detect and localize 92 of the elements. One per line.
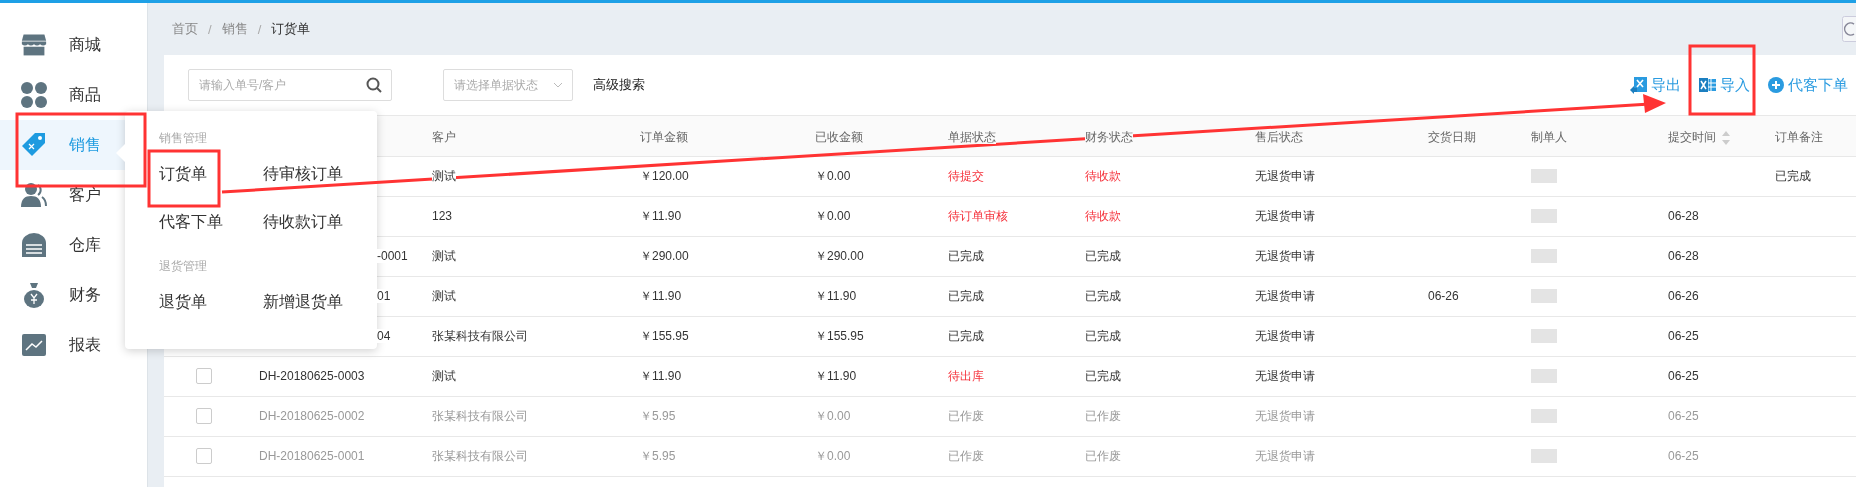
table-cell: 06-25 [1668,409,1699,423]
status-text: 已作废 [1085,448,1121,463]
column-header: 制单人 [1531,130,1567,145]
table-cell: ￥155.95 [640,328,689,343]
table-cell: 无退货申请 [1255,288,1315,303]
table-cell: 无退货申请 [1255,248,1315,263]
menu-item[interactable]: 订货单 [159,163,207,185]
menu-group-title: 销售管理 [159,130,208,147]
table-cell: 123 [432,209,453,223]
status-text: 待提交 [948,168,984,183]
table-cell: DH-20180625-0002 [259,409,365,423]
menu-item[interactable]: 代客下单 [159,211,223,233]
status-text: 待收款 [1085,168,1121,183]
status-text: 已完成 [948,288,984,303]
table-cell: ￥5.95 [640,448,676,463]
table-cell: ￥0.00 [815,208,851,223]
table-cell: ￥120.00 [640,168,689,183]
menu-item[interactable]: 待收款订单 [263,211,343,233]
sidebar-item[interactable]: 商城 [0,20,147,70]
status-text: 已完成 [1085,368,1121,383]
column-header: 提交时间 [1668,130,1716,145]
menu-item[interactable]: 待审核订单 [263,163,343,185]
table-cell: 测试 [432,168,456,183]
sidebar-item[interactable]: 仓库 [0,220,147,270]
column-header: 售后状态 [1255,130,1303,145]
table-cell: ￥290.00 [640,248,689,263]
sidebar-item[interactable]: 客户 [0,170,147,220]
table-cell: ￥11.90 [640,288,682,303]
table-cell: 01 [377,289,391,303]
table-cell: ￥11.90 [640,208,682,223]
table-cell: ￥0.00 [815,168,851,183]
table-cell: ￥11.90 [815,368,857,383]
table-cell: 无退货申请 [1255,368,1315,383]
table-cell: ￥0.00 [815,408,851,423]
column-header: 订单备注 [1775,130,1823,145]
sidebar-item[interactable]: 财务 [0,270,147,320]
advanced-search-link[interactable]: 高级搜索 [593,76,645,94]
menu-item[interactable]: 新增退货单 [263,291,343,313]
table-cell: -0001 [377,249,408,263]
table-cell: ￥155.95 [815,328,864,343]
table-cell: 测试 [432,248,456,263]
menu-group-title: 退货管理 [159,258,208,275]
table-cell: 06-25 [1668,329,1699,343]
table-cell: 06-28 [1668,209,1699,223]
status-text: 已完成 [1085,248,1121,263]
table-cell: 张某科技有限公司 [432,328,528,343]
table-cell: 无退货申请 [1255,448,1315,463]
sidebar-item[interactable]: 报表 [0,320,147,370]
status-text: 已完成 [1085,328,1121,343]
table-cell: ￥11.90 [640,368,682,383]
table-cell: 无退货申请 [1255,208,1315,223]
table-cell: 张某科技有限公司 [432,448,528,463]
status-text: 待出库 [948,368,984,383]
breadcrumb-separator: / [257,21,262,37]
status-text: 已完成 [948,248,984,263]
search-field[interactable]: 请输入单号/客户 [188,69,392,101]
table-cell: 无退货申请 [1255,408,1315,423]
table-cell: 测试 [432,368,456,383]
column-header: 交货日期 [1428,130,1476,145]
table-cell: ￥290.00 [815,248,864,263]
menu-item[interactable]: 退货单 [159,291,207,313]
status-dropdown[interactable]: 请选择单据状态 [443,69,573,101]
table-cell: 04 [377,329,391,343]
table-cell: ￥5.95 [640,408,676,423]
breadcrumb-separator: / [208,21,212,37]
table-cell: 06-28 [1668,249,1699,263]
table-cell: 06-25 [1668,449,1699,463]
table-cell: 已完成 [1775,168,1811,183]
column-header: 订单金额 [640,130,688,145]
table-cell: 张某科技有限公司 [432,408,528,423]
table-cell: ￥11.90 [815,288,857,303]
status-text: 已作废 [1085,408,1121,423]
column-header: 客户 [432,130,456,145]
status-text: 待收款 [1085,208,1121,223]
table-cell: 无退货申请 [1255,328,1315,343]
table-cell: 06-26 [1428,289,1459,303]
table-cell: DH-20180625-0003 [259,369,365,383]
column-header: 单据状态 [948,130,996,145]
status-text: 已完成 [948,328,984,343]
column-header: 财务状态 [1085,130,1133,145]
status-text: 已作废 [948,448,984,463]
status-text: 待订单审核 [948,208,1008,223]
table-cell: DH-20180625-0001 [259,449,365,463]
table-cell: ￥0.00 [815,448,851,463]
table-cell: 测试 [432,288,456,303]
column-header: 已收金额 [815,130,863,145]
table-cell: 06-25 [1668,369,1699,383]
table-cell: 06-26 [1668,289,1699,303]
status-text: 已作废 [948,408,984,423]
table-cell: 无退货申请 [1255,168,1315,183]
sidebar-item[interactable]: 商品 [0,70,147,120]
status-text: 已完成 [1085,288,1121,303]
